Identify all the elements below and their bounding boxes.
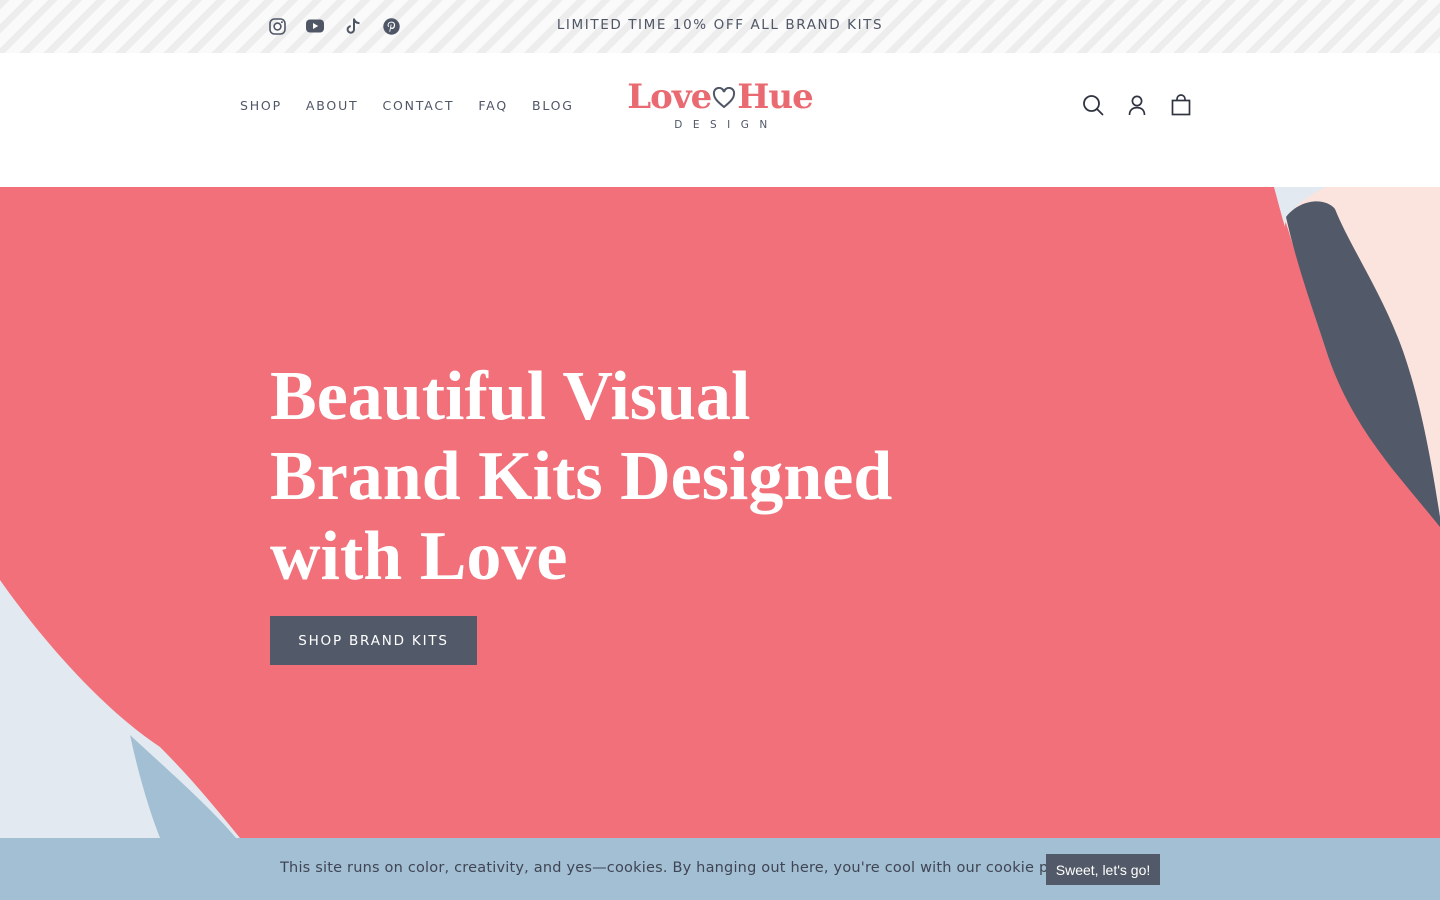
main-nav: SHOP ABOUT CONTACT FAQ BLOG bbox=[240, 98, 598, 113]
site-header: SHOP ABOUT CONTACT FAQ BLOG Love Hue DESI… bbox=[0, 53, 1440, 187]
hero-banner: Beautiful Visual Brand Kits Designed wit… bbox=[0, 187, 1440, 838]
cart-icon[interactable] bbox=[1170, 93, 1192, 117]
nav-faq[interactable]: FAQ bbox=[478, 98, 508, 113]
logo-tagline: DESIGN bbox=[674, 119, 778, 131]
logo-word-love: Love bbox=[627, 77, 712, 117]
hero-title: Beautiful Visual Brand Kits Designed wit… bbox=[270, 358, 893, 595]
site-logo[interactable]: Love Hue DESIGN bbox=[616, 77, 826, 137]
promo-announcement[interactable]: LIMITED TIME 10% OFF ALL BRAND KITS bbox=[0, 17, 1440, 33]
cookie-message: This site runs on color, creativity, and… bbox=[280, 860, 1086, 876]
logo-wordmark: Love Hue bbox=[620, 77, 820, 117]
nav-contact[interactable]: CONTACT bbox=[382, 98, 454, 113]
cookie-banner: This site runs on color, creativity, and… bbox=[0, 838, 1440, 900]
nav-about[interactable]: ABOUT bbox=[306, 98, 359, 113]
announcement-bar: LIMITED TIME 10% OFF ALL BRAND KITS bbox=[0, 0, 1440, 53]
nav-blog[interactable]: BLOG bbox=[532, 98, 574, 113]
heart-icon bbox=[713, 86, 736, 109]
logo-word-hue: Hue bbox=[737, 77, 813, 117]
nav-shop[interactable]: SHOP bbox=[240, 98, 282, 113]
account-icon[interactable] bbox=[1126, 93, 1148, 117]
header-icons bbox=[1082, 93, 1192, 117]
shop-brand-kits-button[interactable]: SHOP BRAND KITS bbox=[270, 616, 477, 665]
search-icon[interactable] bbox=[1082, 93, 1104, 117]
accept-cookies-button[interactable]: Sweet, let's go! bbox=[1046, 854, 1160, 885]
